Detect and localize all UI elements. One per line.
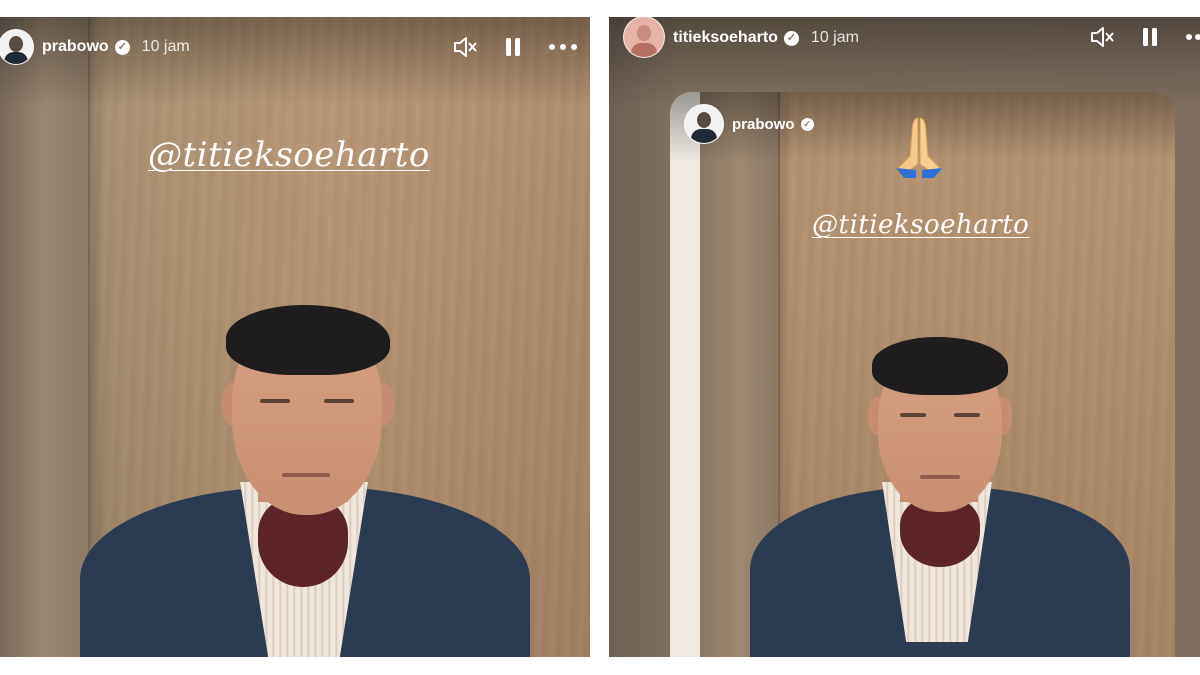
username[interactable]: prabowo <box>732 116 795 133</box>
avatar[interactable] <box>0 29 34 65</box>
story-controls <box>1089 25 1200 49</box>
person-video-frame <box>750 327 1150 657</box>
username[interactable]: titieksoeharto <box>673 29 778 47</box>
mention-sticker[interactable]: @titieksoeharto <box>812 210 1029 240</box>
verified-badge-icon: ✓ <box>114 39 130 55</box>
story-controls <box>452 35 578 59</box>
more-options-icon[interactable] <box>1185 33 1200 41</box>
verified-badge-icon: ✓ <box>800 117 814 131</box>
door-frame <box>670 92 700 657</box>
pause-icon[interactable] <box>504 36 522 58</box>
avatar[interactable] <box>684 104 724 144</box>
more-options-icon[interactable] <box>548 43 578 51</box>
speaker-muted-icon[interactable] <box>1089 25 1115 49</box>
verified-badge-icon: ✓ <box>783 30 799 46</box>
post-time: 10 jam <box>141 38 190 55</box>
avatar[interactable] <box>623 17 665 58</box>
folded-hands-emoji <box>884 112 954 182</box>
mention-sticker[interactable]: @titieksoeharto <box>148 135 430 175</box>
shared-story-card[interactable]: prabowo ✓ @titieksoeharto <box>670 92 1175 657</box>
speaker-muted-icon[interactable] <box>452 35 478 59</box>
person-video-frame <box>70 287 540 657</box>
username[interactable]: prabowo <box>42 38 109 56</box>
story-panel-left[interactable]: prabowo ✓ 10 jam @titieksoeharto <box>0 17 590 657</box>
post-time: 10 jam <box>810 29 859 46</box>
pause-icon[interactable] <box>1141 26 1159 48</box>
